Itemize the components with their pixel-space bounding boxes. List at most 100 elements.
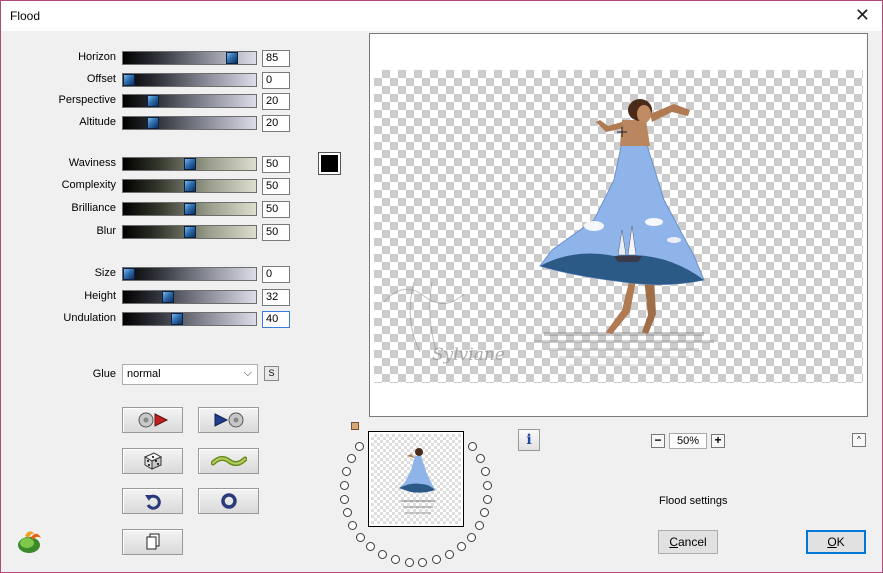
blur-value-input[interactable]: 50 <box>262 224 290 241</box>
ring-dot[interactable] <box>339 480 349 490</box>
size-value-input[interactable]: 0 <box>262 266 290 283</box>
ring-dot[interactable] <box>475 453 485 463</box>
ring-dot[interactable] <box>480 508 490 518</box>
play-forward-button[interactable] <box>122 407 183 433</box>
undo-button[interactable] <box>122 488 183 514</box>
preview-image: Sylviane <box>383 99 714 366</box>
horizon-value-input[interactable]: 85 <box>262 50 290 67</box>
perspective-slider[interactable] <box>122 94 257 108</box>
cancel-button[interactable]: Cancel <box>658 530 718 554</box>
ring-dot[interactable] <box>480 466 490 476</box>
slider-thumb[interactable] <box>147 117 159 129</box>
offset-value-input[interactable]: 0 <box>262 72 290 89</box>
altitude-slider[interactable] <box>122 116 257 130</box>
waviness-slider[interactable] <box>122 157 257 171</box>
slider-thumb[interactable] <box>184 180 196 192</box>
param-label: Blur <box>96 225 116 237</box>
app-logo-icon <box>18 531 41 553</box>
zoom-in-button[interactable]: + <box>711 434 725 448</box>
param-label: Brilliance <box>71 202 116 214</box>
param-row-perspective: Perspective 20 <box>1 93 301 111</box>
flood-dialog: Flood ✕ Horizon 85 Offset 0 Perspective 20 Alt… <box>0 0 883 573</box>
slider-thumb[interactable] <box>123 268 135 280</box>
ring-dot[interactable] <box>356 532 366 542</box>
horizon-slider[interactable] <box>122 51 257 65</box>
glue-s-button[interactable]: S <box>264 366 279 381</box>
param-label: Offset <box>86 73 116 85</box>
blur-slider[interactable] <box>122 225 257 239</box>
slider-thumb[interactable] <box>226 52 238 64</box>
watermark-text: Sylviane <box>432 345 505 365</box>
ring-dot[interactable] <box>377 550 387 560</box>
copy-button[interactable] <box>122 529 183 555</box>
ok-button[interactable]: OK <box>806 530 866 554</box>
waviness-value-input[interactable]: 50 <box>262 156 290 173</box>
slider-thumb[interactable] <box>171 313 183 325</box>
close-icon[interactable]: ✕ <box>855 5 870 26</box>
ring-dot[interactable] <box>483 494 493 504</box>
size-slider[interactable] <box>122 267 257 281</box>
param-row-size: Size 0 <box>1 266 301 284</box>
ring-dot[interactable] <box>404 558 414 568</box>
wave-button[interactable] <box>198 448 259 474</box>
ring-dot[interactable] <box>474 521 484 531</box>
glue-select[interactable]: normal ⌵ <box>122 364 258 385</box>
param-row-offset: Offset 0 <box>1 72 301 90</box>
info-button[interactable]: i <box>518 429 540 451</box>
ring-start-marker[interactable] <box>351 422 359 430</box>
height-value-input[interactable]: 32 <box>262 289 290 306</box>
undo-icon <box>144 494 161 510</box>
altitude-value-input[interactable]: 20 <box>262 115 290 132</box>
navigator-thumbnail[interactable] <box>368 431 464 527</box>
complexity-slider[interactable] <box>122 179 257 193</box>
glue-selected-value: normal <box>127 368 161 380</box>
cancel-button-label: Cancel <box>669 535 707 549</box>
offset-slider[interactable] <box>122 73 257 87</box>
complexity-value-input[interactable]: 50 <box>262 178 290 195</box>
ring-dot[interactable] <box>339 494 349 504</box>
randomize-dice-button[interactable] <box>122 448 183 474</box>
zoom-out-button[interactable]: − <box>651 434 665 448</box>
collapse-button[interactable]: ^ <box>852 433 866 447</box>
param-label: Height <box>84 290 116 302</box>
ring-dot[interactable] <box>468 442 478 452</box>
ring-dot[interactable] <box>366 542 376 552</box>
slider-thumb[interactable] <box>147 95 159 107</box>
height-slider[interactable] <box>122 290 257 304</box>
slider-thumb[interactable] <box>184 203 196 215</box>
ring-dot[interactable] <box>342 508 352 518</box>
color-swatch[interactable] <box>318 152 341 175</box>
ring-dot[interactable] <box>390 555 400 565</box>
ring-dot[interactable] <box>432 555 442 565</box>
param-label: Undulation <box>63 312 116 324</box>
slider-thumb[interactable] <box>162 291 174 303</box>
preview-panel[interactable]: Sylviane <box>369 33 868 417</box>
chevron-down-icon: ⌵ <box>243 367 252 379</box>
brilliance-slider[interactable] <box>122 202 257 216</box>
param-label: Horizon <box>78 51 116 63</box>
preview-canvas[interactable]: Sylviane <box>374 70 863 383</box>
ring-dot[interactable] <box>466 532 476 542</box>
ring-dot[interactable] <box>445 550 455 560</box>
undulation-value-input[interactable]: 40 <box>262 311 290 328</box>
param-row-height: Height 32 <box>1 289 301 307</box>
slider-thumb[interactable] <box>123 74 135 86</box>
ring-dot[interactable] <box>483 480 493 490</box>
ring-dot[interactable] <box>348 521 358 531</box>
perspective-value-input[interactable]: 20 <box>262 93 290 110</box>
ring-dot[interactable] <box>418 558 428 568</box>
ring-dot[interactable] <box>456 542 466 552</box>
play-back-button[interactable] <box>198 407 259 433</box>
dice-icon <box>143 452 162 470</box>
ring-dot[interactable] <box>342 466 352 476</box>
slider-thumb[interactable] <box>184 158 196 170</box>
undulation-slider[interactable] <box>122 312 257 326</box>
play-disc-icon <box>214 412 243 428</box>
ring-dot[interactable] <box>347 453 357 463</box>
ring-dot[interactable] <box>354 442 364 452</box>
brilliance-value-input[interactable]: 50 <box>262 201 290 218</box>
slider-thumb[interactable] <box>184 226 196 238</box>
thumbnail-canvas <box>371 434 461 524</box>
reset-button[interactable] <box>198 488 259 514</box>
ok-button-label: OK <box>827 535 845 549</box>
